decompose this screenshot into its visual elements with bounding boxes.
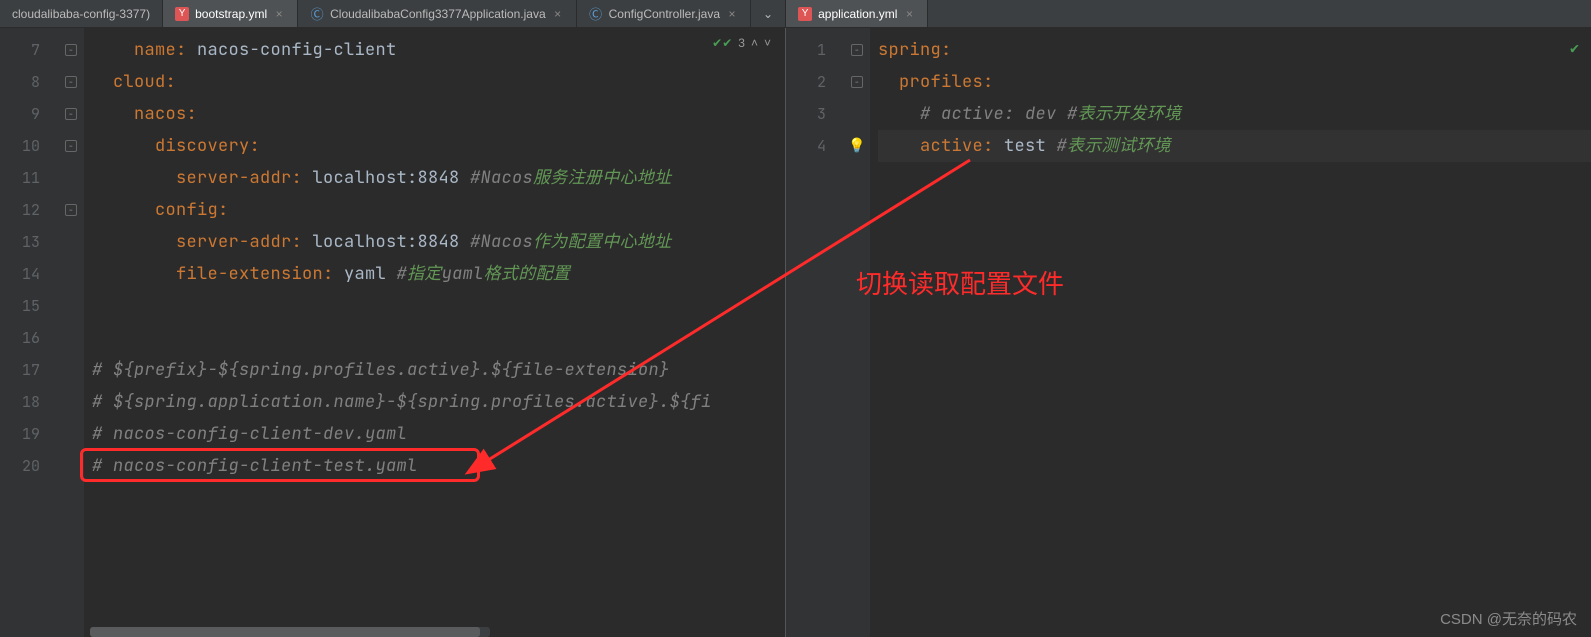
- yml-icon: Y: [175, 7, 189, 21]
- watermark: CSDN @无奈的码农: [1440, 608, 1577, 629]
- gutter: 1234: [786, 28, 844, 637]
- close-icon[interactable]: ×: [903, 8, 915, 20]
- chevron-up-icon[interactable]: ˄: [751, 36, 758, 50]
- tab-application-yml[interactable]: Y application.yml ×: [786, 0, 928, 27]
- chevron-down-icon[interactable]: ˅: [764, 36, 771, 50]
- tab-label: CloudalibabaConfig3377Application.java: [330, 7, 546, 21]
- chevron-down-icon: ⌄: [763, 7, 773, 21]
- tab-application-java[interactable]: Ⓒ CloudalibabaConfig3377Application.java…: [298, 0, 577, 27]
- java-icon: Ⓒ: [310, 7, 324, 21]
- tab-label: cloudalibaba-config-3377): [12, 7, 150, 21]
- gutter-extra: −−💡: [844, 28, 870, 637]
- warning-count: 3: [738, 36, 745, 50]
- yml-icon: Y: [798, 7, 812, 21]
- code-area[interactable]: spring: profiles: # active: dev #表示开发环境 …: [870, 28, 1591, 637]
- tab-bootstrap-yml[interactable]: Y bootstrap.yml ×: [163, 0, 298, 27]
- gutter: 7891011121314151617181920: [0, 28, 58, 637]
- tab-label: application.yml: [818, 7, 897, 21]
- tab-project[interactable]: cloudalibaba-config-3377): [0, 0, 163, 27]
- inspection-widget[interactable]: ✔✔ 3 ˄ ˅: [712, 36, 771, 50]
- tab-controller-java[interactable]: Ⓒ ConfigController.java ×: [577, 0, 751, 27]
- close-icon[interactable]: ×: [552, 8, 564, 20]
- editor-split: 7891011121314151617181920 −−−−− name: na…: [0, 28, 1591, 637]
- check-icon: ✔: [1570, 38, 1579, 58]
- editor-right: 1234 −−💡 spring: profiles: # active: dev…: [786, 28, 1591, 637]
- tab-list-dropdown[interactable]: ⌄: [751, 0, 786, 27]
- code-area[interactable]: name: nacos-config-client cloud: nacos: …: [84, 28, 785, 637]
- java-icon: Ⓒ: [589, 7, 603, 21]
- tab-bar: cloudalibaba-config-3377) Y bootstrap.ym…: [0, 0, 1591, 28]
- tab-label: bootstrap.yml: [195, 7, 267, 21]
- close-icon[interactable]: ×: [726, 8, 738, 20]
- scrollbar-thumb[interactable]: [90, 627, 480, 637]
- horizontal-scrollbar[interactable]: [90, 627, 490, 637]
- check-icon: ✔✔: [712, 36, 732, 50]
- gutter-extra: −−−−−: [58, 28, 84, 637]
- editor-left: 7891011121314151617181920 −−−−− name: na…: [0, 28, 786, 637]
- tab-label: ConfigController.java: [609, 7, 720, 21]
- close-icon[interactable]: ×: [273, 8, 285, 20]
